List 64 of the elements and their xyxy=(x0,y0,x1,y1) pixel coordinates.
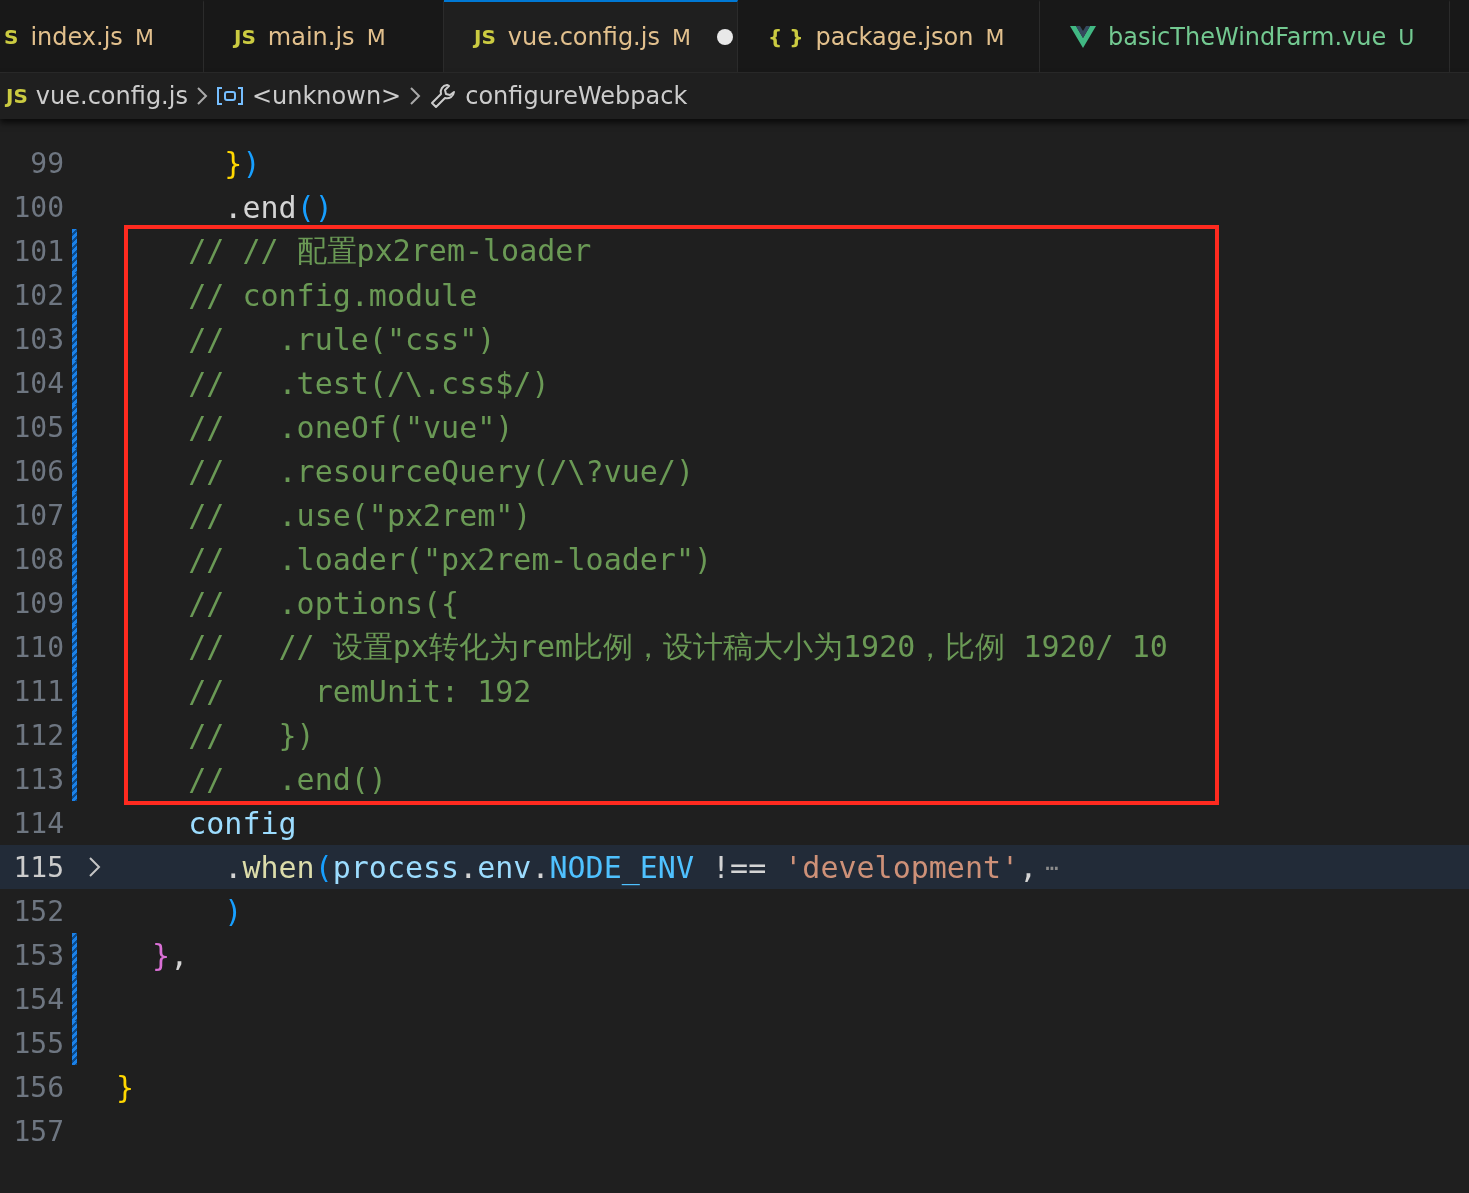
code-text: // .loader("px2rem-loader") xyxy=(187,541,713,577)
git-status: U xyxy=(1398,24,1415,50)
line-number: 113 xyxy=(12,762,64,796)
line-number: 110 xyxy=(12,630,64,664)
code-text: // .end() xyxy=(187,761,387,797)
line-number: 106 xyxy=(12,454,64,488)
code-text: // .use("px2rem") xyxy=(187,497,532,533)
line-number: 154 xyxy=(12,982,64,1016)
chevron-icon xyxy=(195,85,208,107)
line-number: 153 xyxy=(12,938,64,972)
js-icon: JS xyxy=(234,25,256,49)
git-status: M xyxy=(671,24,691,50)
line-number: 112 xyxy=(12,718,64,752)
code-text: }) xyxy=(223,145,261,181)
line-number: 104 xyxy=(12,366,64,400)
code-text: ) xyxy=(223,893,243,929)
line-number: 111 xyxy=(12,674,64,708)
breadcrumb-item[interactable]: <unknown> xyxy=(251,82,402,110)
code-text: // remUnit: 192 xyxy=(187,673,532,709)
unsaved-dot xyxy=(716,29,733,45)
line-number: 156 xyxy=(12,1070,64,1104)
code-text: // .oneOf("vue") xyxy=(187,409,514,445)
line-number: 107 xyxy=(12,498,64,532)
js-icon: S xyxy=(4,25,19,49)
chevron-icon[interactable] xyxy=(88,856,102,878)
code-text: // }) xyxy=(187,717,315,753)
line-number: 103 xyxy=(12,322,64,356)
line-number: 115 xyxy=(12,850,64,884)
symbol-icon xyxy=(215,86,244,106)
code-text: // // 设置px转化为rem比例，设计稿大小为1920，比例 1920/ 10 xyxy=(187,627,1168,666)
code-text: // .resourceQuery(/\?vue/) xyxy=(187,453,694,489)
code-text: // .options({ xyxy=(187,585,460,621)
code-text: // .rule("css") xyxy=(187,321,496,357)
line-number: 108 xyxy=(12,542,64,576)
code-text: config xyxy=(187,805,297,841)
line-number: 157 xyxy=(12,1114,64,1148)
js-icon: JS xyxy=(474,25,496,49)
line-number: 102 xyxy=(12,278,64,312)
code-text: // // 配置px2rem-loader xyxy=(187,231,592,270)
breadcrumb-item[interactable]: configureWebpack xyxy=(465,82,688,110)
line-number: 109 xyxy=(12,586,64,620)
git-status: M xyxy=(366,24,386,50)
vue-icon xyxy=(1070,26,1096,48)
line-number: 105 xyxy=(12,410,64,444)
js-icon: JS xyxy=(6,84,28,108)
line-number: 101 xyxy=(12,234,64,268)
line-number: 114 xyxy=(12,806,64,840)
line-number: 99 xyxy=(29,146,64,180)
code-text: } xyxy=(116,1069,135,1105)
line-number: 152 xyxy=(12,894,64,928)
chevron-icon xyxy=(409,85,422,107)
json-icon: { } xyxy=(768,25,804,49)
line-number: 155 xyxy=(12,1026,64,1060)
git-status: M xyxy=(985,24,1005,50)
code-text: // .test(/\.css$/) xyxy=(187,365,550,401)
code-text: .end() xyxy=(223,189,333,225)
code-text: // config.module xyxy=(187,277,478,313)
wrench-icon xyxy=(429,82,458,110)
code-text: .when(process.env.NODE_ENV !== 'development', ⋯ xyxy=(223,849,1059,885)
git-status: M xyxy=(134,24,154,50)
breadcrumb-item[interactable]: vue.config.js xyxy=(35,82,188,110)
code-text: }, xyxy=(151,937,189,973)
line-number: 100 xyxy=(12,190,64,224)
editor-tab[interactable]: JS vue.config.js M xyxy=(444,0,738,72)
